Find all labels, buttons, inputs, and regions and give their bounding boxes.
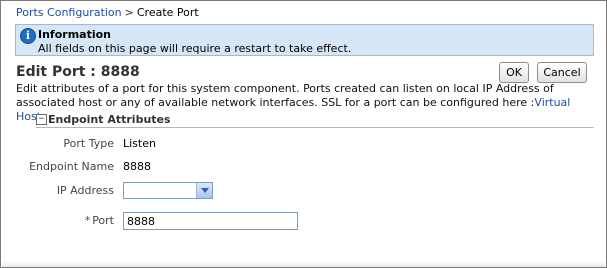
breadcrumb-current: Create Port — [136, 6, 199, 19]
page-title: Edit Port : 8888 — [16, 64, 140, 80]
endpoint-name-value: 8888 — [123, 160, 151, 173]
required-asterisk: * — [84, 214, 91, 227]
info-title: Information — [38, 28, 111, 41]
description-text: Edit attributes of a port for this syste… — [16, 82, 554, 109]
page-frame: Ports Configuration > Create Port i Inform… — [0, 0, 607, 268]
port-label: Port — [92, 214, 114, 227]
bottom-shade — [2, 261, 605, 267]
breadcrumb: Ports Configuration > Create Port — [16, 6, 199, 19]
endpoint-attributes-header: − Endpoint Attributes — [36, 113, 594, 128]
port-input[interactable] — [123, 212, 298, 230]
port-type-value: Listen — [123, 137, 156, 150]
breadcrumb-separator: > — [124, 6, 134, 19]
info-icon: i — [20, 28, 36, 44]
chevron-down-icon[interactable] — [196, 183, 212, 198]
ok-button[interactable]: OK — [499, 62, 529, 83]
info-message: All fields on this page will require a r… — [38, 42, 352, 55]
cancel-button[interactable]: Cancel — [537, 62, 587, 83]
ip-address-select[interactable] — [123, 182, 213, 199]
information-banner: i Information All fields on this page wi… — [15, 24, 594, 56]
breadcrumb-ports-configuration[interactable]: Ports Configuration — [16, 6, 122, 19]
port-type-label: Port Type — [63, 137, 114, 150]
collapse-icon[interactable]: − — [36, 114, 47, 125]
endpoint-name-label: Endpoint Name — [29, 160, 114, 173]
section-title: Endpoint Attributes — [48, 113, 171, 126]
ip-address-label: IP Address — [56, 184, 114, 197]
port-label-wrapper: * Port — [14, 214, 114, 227]
